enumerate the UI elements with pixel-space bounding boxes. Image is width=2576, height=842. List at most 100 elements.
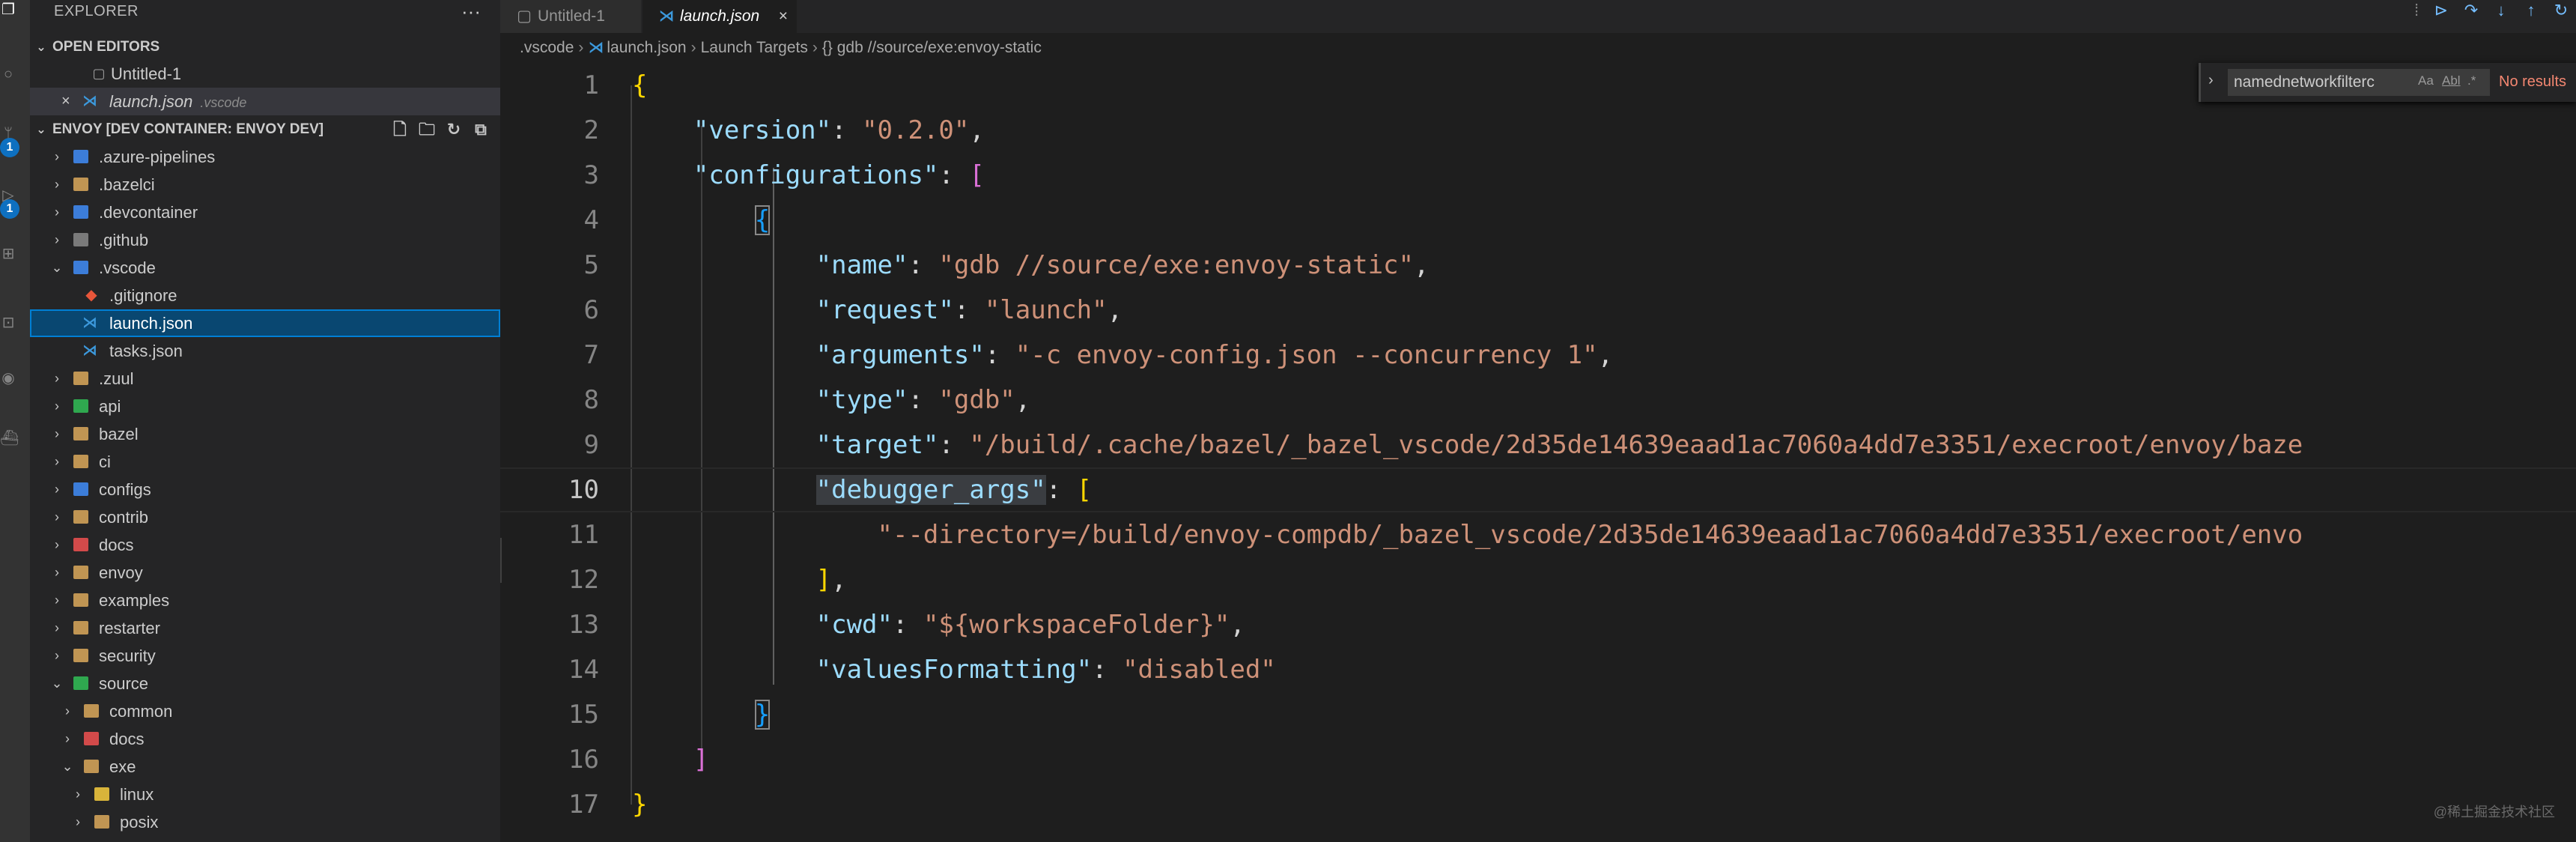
tree-folder[interactable]: › .bazelci — [30, 171, 500, 199]
tree-file[interactable]: ⋊ tasks.json — [30, 337, 500, 365]
more-actions-icon[interactable]: ··· — [461, 0, 481, 23]
tree-folder[interactable]: › posix — [30, 808, 500, 836]
folder-icon — [94, 815, 109, 829]
docker-icon[interactable]: ⛴ — [0, 430, 19, 446]
tree-folder[interactable]: › bazel — [30, 420, 500, 448]
close-icon[interactable]: × — [61, 88, 70, 115]
workspace-header[interactable]: ⌄ ENVOY [DEV CONTAINER: ENVOY DEV] 🗋 🗀 ↻ ⧉ — [30, 117, 500, 142]
tree-folder[interactable]: › docs — [30, 725, 500, 753]
breadcrumb-item[interactable]: {} gdb //source/exe:envoy-static — [822, 39, 1042, 56]
close-icon[interactable]: × — [779, 0, 788, 33]
chevron-down-icon: ⌄ — [36, 124, 46, 136]
code-line: 5 "name": "gdb //source/exe:envoy-static… — [500, 243, 2576, 288]
chevron-right-icon: › — [65, 703, 70, 718]
chevron-right-icon: › — [55, 371, 59, 386]
tree-folder[interactable]: › security — [30, 642, 500, 670]
tree-folder[interactable]: › ci — [30, 448, 500, 476]
tab-untitled[interactable]: ▢ Untitled-1 — [500, 0, 641, 33]
tree-folder[interactable]: › docs — [30, 531, 500, 559]
open-editors-title: OPEN EDITORS — [52, 39, 160, 55]
chevron-right-icon: › — [55, 593, 59, 608]
tree-label: restarter — [99, 619, 160, 637]
extensions-icon[interactable]: ⊞ — [0, 246, 16, 262]
github-icon[interactable]: ◉ — [0, 370, 16, 387]
tree-folder[interactable]: › .azure-pipelines — [30, 143, 500, 171]
tree-label: envoy — [99, 563, 143, 582]
tab-launch-json[interactable]: ⋊ launch.json × — [643, 0, 797, 33]
tree-folder[interactable]: › configs — [30, 476, 500, 503]
json-string: "gdb //source/exe:envoy-static" — [938, 250, 1414, 280]
code-editor[interactable]: 1 { 2 "version": "0.2.0", 3 "configuratio… — [500, 63, 2576, 842]
code-line: 4 { — [500, 198, 2576, 243]
vscode-file-icon: ⋊ — [82, 93, 97, 109]
open-editors-header[interactable]: ⌄ OPEN EDITORS — [30, 34, 500, 60]
chevron-right-icon[interactable]: › — [2208, 72, 2214, 89]
new-file-icon[interactable]: 🗋 — [386, 117, 413, 142]
restart-icon[interactable]: ↻ — [2546, 0, 2576, 21]
tree-folder[interactable]: › .zuul — [30, 365, 500, 393]
refresh-icon[interactable]: ↻ — [440, 117, 467, 142]
remote-explorer-icon[interactable]: ⊡ — [0, 315, 16, 331]
search-icon[interactable]: ○ — [0, 66, 16, 82]
open-editor-item[interactable]: × ⋊ launch.json .vscode — [30, 88, 500, 115]
chevron-right-icon: › — [55, 620, 59, 635]
tree-folder[interactable]: ⌄ exe — [30, 753, 500, 781]
tree-folder[interactable]: › common — [30, 697, 500, 725]
tree-label: .gitignore — [109, 286, 177, 305]
tree-label: tasks.json — [109, 342, 183, 360]
regex-icon[interactable]: .* — [2467, 73, 2476, 88]
git-file-icon: ◆ — [85, 287, 97, 303]
folder-icon — [73, 566, 88, 579]
tree-label: linux — [120, 785, 154, 804]
tree-file-selected[interactable]: ⋊ launch.json — [30, 309, 500, 337]
json-string: "gdb" — [938, 385, 1015, 415]
chevron-right-icon: › — [55, 399, 59, 414]
files-icon[interactable]: ❐ — [0, 1, 16, 18]
drag-grip-icon[interactable]: ⁞ — [2407, 0, 2426, 21]
folder-icon — [73, 261, 88, 274]
step-into-icon[interactable]: ↓ — [2486, 0, 2516, 21]
folder-icon — [84, 704, 99, 718]
folder-icon — [73, 205, 88, 219]
tree-folder[interactable]: › linux — [30, 781, 500, 808]
new-folder-icon[interactable]: 🗀 — [413, 117, 440, 142]
tree-folder[interactable]: › restarter — [30, 614, 500, 642]
tree-folder[interactable]: › envoy — [30, 559, 500, 587]
step-out-icon[interactable]: ↑ — [2516, 0, 2546, 21]
match-case-icon[interactable]: Aa — [2418, 73, 2434, 88]
file-icon: ▢ — [517, 7, 532, 25]
continue-icon[interactable]: ⊳ — [2426, 0, 2456, 21]
folder-icon — [73, 593, 88, 607]
tree-folder[interactable]: ⌄ .vscode — [30, 254, 500, 282]
line-number: 6 — [583, 295, 599, 325]
breadcrumb-item[interactable]: .vscode — [520, 39, 574, 56]
match-whole-word-icon[interactable]: Abl — [2442, 73, 2461, 88]
chevron-right-icon: › — [55, 149, 59, 164]
tree-file[interactable]: ◆ .gitignore — [30, 282, 500, 309]
folder-icon — [84, 732, 99, 745]
tree-folder[interactable]: › examples — [30, 587, 500, 614]
collapse-all-icon[interactable]: ⧉ — [467, 117, 494, 142]
step-over-icon[interactable]: ↷ — [2456, 0, 2486, 21]
vscode-file-icon: ⋊ — [82, 342, 97, 359]
breadcrumb-item[interactable]: launch.json — [607, 39, 686, 56]
tree-folder[interactable]: › contrib — [30, 503, 500, 531]
open-editor-item[interactable]: ▢ Untitled-1 — [30, 60, 500, 88]
open-editor-description: .vscode — [200, 95, 247, 110]
matched-bracket: } — [754, 700, 771, 730]
tree-folder[interactable]: › .github — [30, 226, 500, 254]
json-key: "type" — [815, 385, 908, 415]
tab-label: launch.json — [680, 7, 760, 25]
code-line: 17} — [500, 782, 2576, 827]
breadcrumb-item[interactable]: Launch Targets — [701, 39, 808, 56]
tree-folder[interactable]: › api — [30, 393, 500, 420]
chevron-down-icon: ⌄ — [61, 759, 73, 774]
tree-folder[interactable]: › .devcontainer — [30, 199, 500, 226]
line-number: 13 — [568, 610, 599, 640]
tree-label: common — [109, 702, 173, 721]
line-number: 11 — [568, 520, 599, 550]
tree-label: docs — [109, 730, 145, 748]
json-key: "arguments" — [815, 340, 985, 370]
folder-icon — [73, 455, 88, 468]
tree-folder[interactable]: ⌄ source — [30, 670, 500, 697]
